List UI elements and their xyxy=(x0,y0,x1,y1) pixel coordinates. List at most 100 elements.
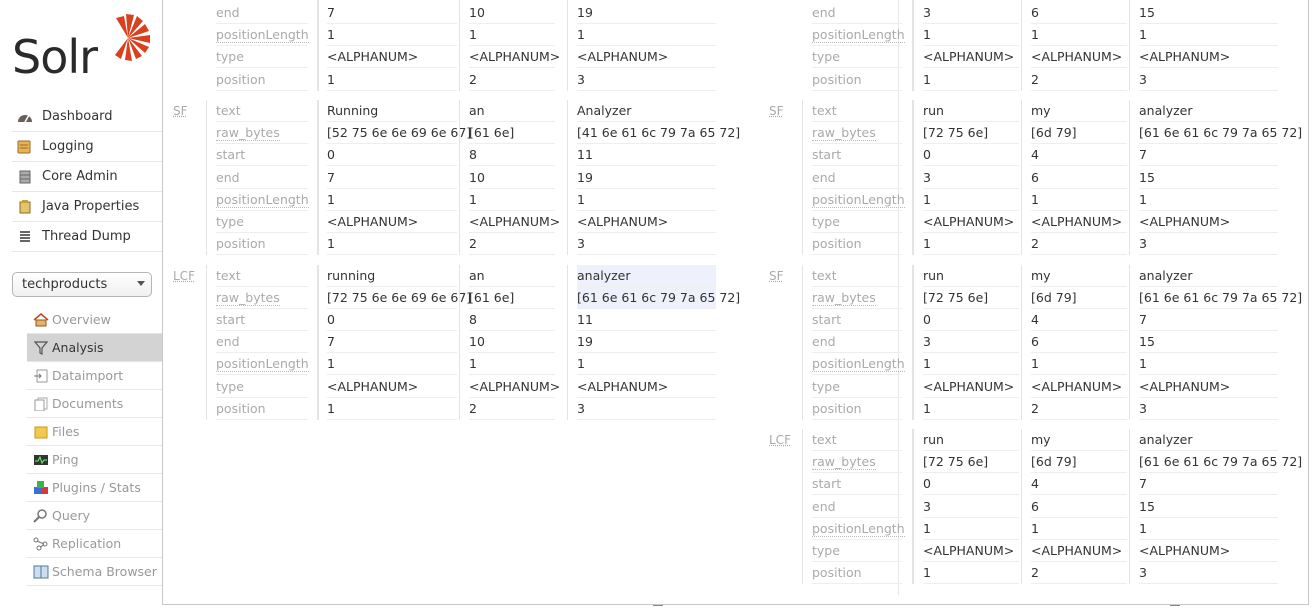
token-cell: 4 xyxy=(1031,144,1127,167)
attr-label: type xyxy=(812,211,902,233)
column-separator xyxy=(912,264,913,420)
attr-label-text: type xyxy=(216,378,244,394)
core-nav-ping[interactable]: Ping xyxy=(27,446,162,474)
attr-label: text xyxy=(812,429,902,451)
attr-label-text: position xyxy=(216,400,266,416)
token-cell: [52 75 6e 6e 69 6e 67] xyxy=(327,122,471,145)
attr-label: positionLength xyxy=(812,518,905,540)
attr-label-text: positionLength xyxy=(216,191,309,208)
attr-label: end xyxy=(216,167,308,189)
ping-icon xyxy=(33,453,49,467)
token-cell: analyzer xyxy=(1139,265,1278,287)
core-nav-dataimport[interactable]: Dataimport xyxy=(27,362,162,390)
column-separator xyxy=(1021,100,1022,256)
token-cell: 1 xyxy=(327,24,457,47)
token-cell: 1 xyxy=(1031,189,1127,211)
stage-separator xyxy=(802,264,803,420)
nav-item-core-admin[interactable]: Core Admin xyxy=(12,162,162,192)
token-cell: [61 6e] xyxy=(469,122,555,145)
nav-item-thread-dump[interactable]: Thread Dump xyxy=(12,222,162,252)
solr-logo[interactable]: Solr xyxy=(10,8,150,84)
core-nav-replication[interactable]: Replication xyxy=(27,530,162,558)
attr-label-text: end xyxy=(812,169,836,185)
token-cell: 1 xyxy=(327,398,457,420)
token-cell: analyzer xyxy=(1139,429,1278,451)
attr-label: position xyxy=(812,562,902,585)
attr-label-text: position xyxy=(812,71,862,87)
token-cell: 1 xyxy=(1139,24,1278,47)
stage-abbreviation[interactable]: SF xyxy=(173,104,188,118)
attr-label-text: end xyxy=(812,498,836,514)
attr-label: start xyxy=(812,144,902,167)
attr-label-text: raw_bytes xyxy=(812,289,876,306)
stage-abbreviation[interactable]: LCF xyxy=(769,433,791,447)
nav-item-logging[interactable]: Logging xyxy=(12,132,162,162)
token-cell: <ALPHANUM> xyxy=(1031,211,1127,233)
token-cell: 1 xyxy=(923,69,1019,91)
token-cell: 19 xyxy=(577,2,716,24)
token-cell: 0 xyxy=(327,309,457,331)
nav-item-label: Core Admin xyxy=(42,169,118,184)
token-cell: [72 75 6e] xyxy=(923,287,1019,309)
stage-abbreviation[interactable]: SF xyxy=(769,104,784,118)
core-nav-files[interactable]: Files xyxy=(27,418,162,446)
column-separator xyxy=(567,0,568,91)
attr-label-text: start xyxy=(812,476,842,492)
core-nav-plugins-stats[interactable]: Plugins / Stats xyxy=(27,474,162,502)
core-nav-documents[interactable]: Documents xyxy=(27,390,162,418)
token-cell: <ALPHANUM> xyxy=(577,211,716,233)
core-nav-query[interactable]: Query xyxy=(27,502,162,530)
token-cell: 2 xyxy=(1031,398,1127,420)
attr-label-text: type xyxy=(216,214,244,229)
core-nav-overview[interactable]: Overview xyxy=(27,306,162,334)
attr-label: type xyxy=(812,540,902,562)
core-nav-label: Analysis xyxy=(52,340,104,355)
stage-abbreviation[interactable]: SF xyxy=(769,269,784,283)
token-cell: 6 xyxy=(1031,2,1127,24)
core-nav-analysis[interactable]: Analysis xyxy=(27,334,162,362)
token-cell: 11 xyxy=(577,144,716,167)
token-cell: 1 xyxy=(923,398,1019,420)
column-separator xyxy=(318,0,319,91)
token-cell: 3 xyxy=(1139,398,1278,420)
attr-label-text: positionLength xyxy=(812,191,905,208)
logging-icon xyxy=(16,140,34,154)
token-cell: <ALPHANUM> xyxy=(469,46,560,69)
attr-label-text: raw_bytes xyxy=(216,125,280,142)
attr-label: positionLength xyxy=(216,24,309,47)
core-nav-schema-browser[interactable]: Schema Browser xyxy=(27,558,162,586)
nav-item-java-properties[interactable]: Java Properties xyxy=(12,192,162,222)
token-cell: [41 6e 61 6c 79 7a 65 72] xyxy=(577,122,740,145)
core-nav-label: Ping xyxy=(52,452,79,467)
token-cell: 3 xyxy=(1139,69,1278,91)
token-cell: Analyzer xyxy=(577,100,716,122)
token-cell: analyzer xyxy=(577,264,716,287)
token-cell: 7 xyxy=(327,2,457,24)
attr-label: start xyxy=(812,309,902,331)
column-separator xyxy=(913,0,914,91)
attr-label: text xyxy=(216,265,308,287)
token-cell: 15 xyxy=(1139,331,1278,354)
token-cell: 1 xyxy=(923,518,1019,540)
token-cell: <ALPHANUM> xyxy=(469,211,560,233)
token-cell: 3 xyxy=(923,2,1019,24)
attr-label-text: raw_bytes xyxy=(216,289,280,306)
token-cell: 1 xyxy=(577,189,716,211)
token-cell: my xyxy=(1031,100,1127,122)
column-separator xyxy=(913,264,914,420)
token-cell: 7 xyxy=(1139,309,1278,331)
token-cell: [61 6e] xyxy=(469,287,555,309)
nav-item-dashboard[interactable]: Dashboard xyxy=(12,102,162,132)
token-cell: my xyxy=(1031,429,1127,451)
token-cell: [6d 79] xyxy=(1031,287,1127,309)
attr-label: type xyxy=(812,376,902,398)
attr-label: position xyxy=(812,398,902,420)
token-cell: run xyxy=(923,429,1019,451)
attr-label: position xyxy=(216,233,308,256)
attr-label-text: text xyxy=(812,103,837,118)
core-selector[interactable]: techproducts xyxy=(12,272,152,297)
token-cell: 6 xyxy=(1031,331,1127,354)
stage-abbreviation[interactable]: LCF xyxy=(173,269,195,283)
attr-label: position xyxy=(812,69,902,91)
token-cell: 1 xyxy=(469,353,555,376)
